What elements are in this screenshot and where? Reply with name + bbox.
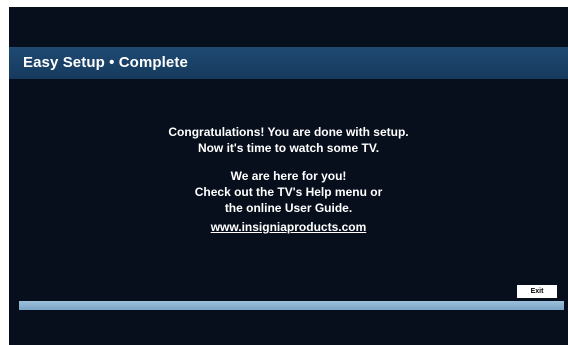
- message-line: Congratulations! You are done with setup…: [168, 125, 409, 139]
- exit-button[interactable]: Exit: [517, 285, 557, 298]
- message-line: Now it's time to watch some TV.: [197, 141, 380, 155]
- message-spacer: [9, 156, 568, 168]
- title-bar: Easy Setup • Complete: [9, 47, 568, 79]
- message-line: Check out the TV's Help menu or: [194, 185, 383, 199]
- message-line: the online User Guide.: [224, 201, 353, 215]
- setup-progress-bar: [19, 301, 564, 310]
- tv-screen: Easy Setup • Complete Congratulations! Y…: [9, 7, 568, 345]
- website-link[interactable]: www.insigniaproducts.com: [211, 219, 367, 235]
- setup-progress-fill: [19, 301, 564, 310]
- completion-message: Congratulations! You are done with setup…: [9, 124, 568, 235]
- page-title: Easy Setup • Complete: [23, 54, 188, 71]
- message-line: We are here for you!: [230, 169, 347, 183]
